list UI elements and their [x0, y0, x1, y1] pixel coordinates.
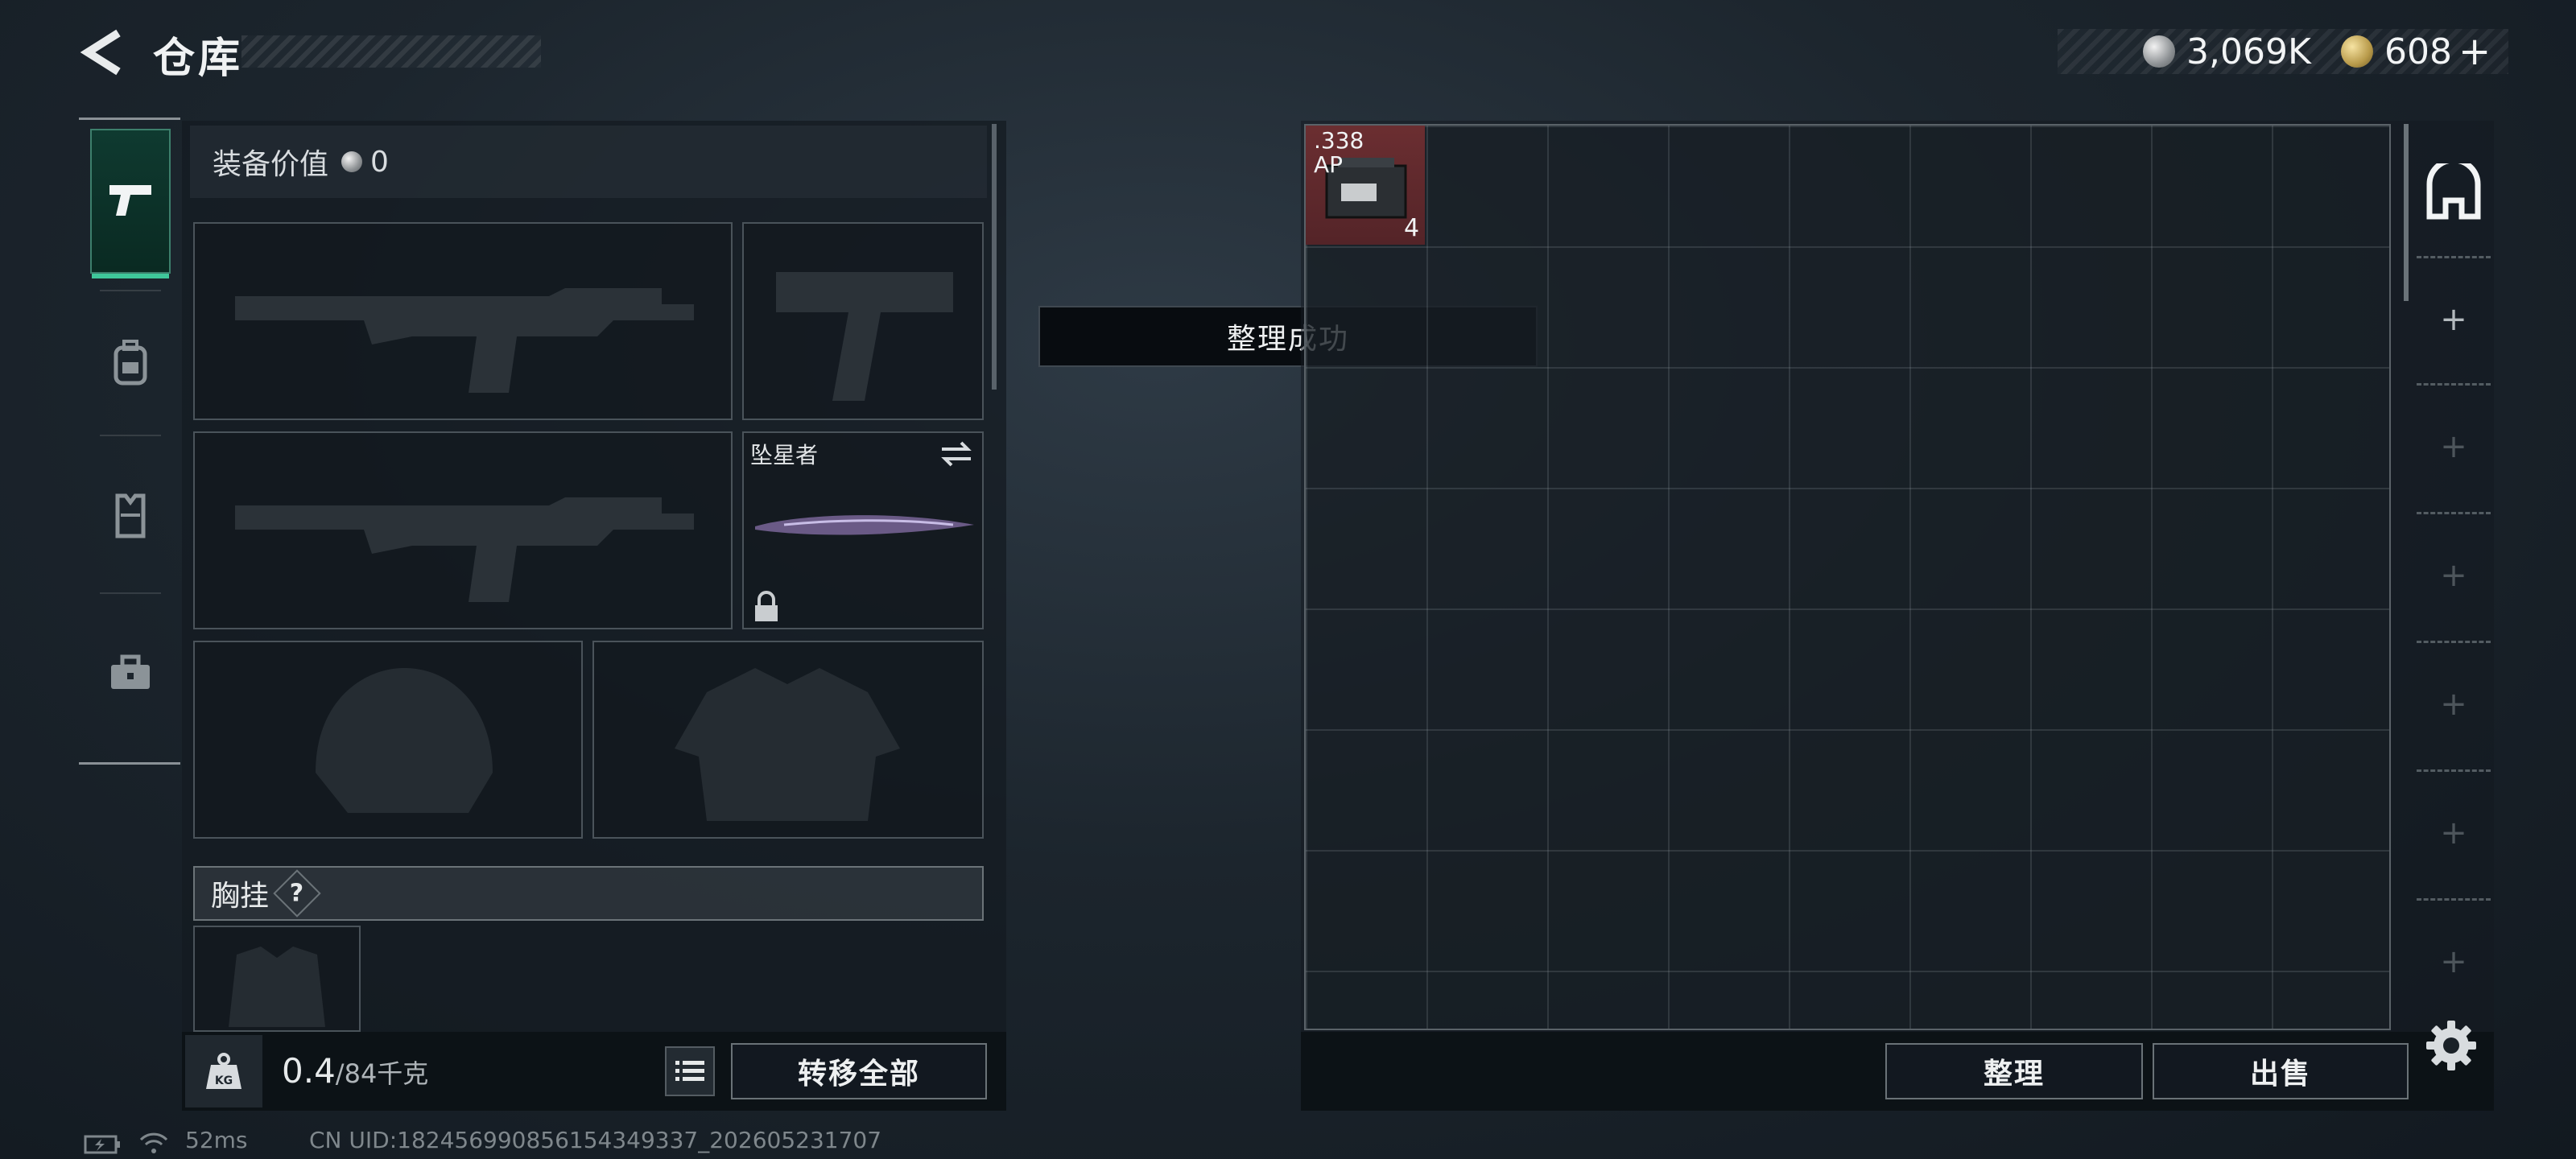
network-ping: 52ms — [185, 1127, 248, 1153]
ammo-type: AP — [1314, 151, 1344, 178]
pistol-silhouette-icon — [776, 272, 953, 401]
toolbox-icon — [111, 654, 150, 689]
storage-page-active[interactable] — [2417, 129, 2491, 256]
add-storage-page-button[interactable]: + — [2417, 898, 2491, 1025]
storage-grid[interactable] — [1304, 124, 2391, 1030]
gear-icon — [2426, 1021, 2476, 1070]
wifi-icon — [139, 1132, 168, 1153]
back-arrow-icon — [80, 29, 121, 76]
battery-icon — [84, 1135, 120, 1154]
add-storage-page-button[interactable]: + — [2417, 641, 2491, 768]
equipment-value: 0 — [370, 145, 389, 179]
gold-coin-icon — [2341, 35, 2373, 68]
helmet-silhouette-icon — [316, 668, 493, 813]
add-storage-page-button[interactable]: + — [2417, 512, 2491, 639]
weight-badge: KG — [185, 1035, 262, 1107]
silver-coin-icon — [2143, 35, 2175, 68]
add-storage-page-button[interactable]: + — [2417, 383, 2491, 510]
settings-button[interactable] — [2423, 1017, 2479, 1074]
weight-current: 0.4 — [282, 1051, 336, 1091]
help-symbol: ? — [290, 879, 304, 908]
melee-name: 坠星者 — [750, 442, 819, 468]
ammo-item-name: .338 AP — [1314, 129, 1364, 177]
melee-slot[interactable]: 坠星者 — [742, 431, 984, 629]
chest-rig-header: 胸挂 ? — [193, 866, 984, 921]
scrollbar[interactable] — [2404, 124, 2409, 301]
tab-weapons[interactable] — [90, 129, 171, 278]
rifle-silhouette-icon — [235, 288, 694, 393]
lock-icon — [755, 591, 778, 621]
tab-separator — [100, 592, 161, 594]
equipment-value-label: 装备价值 — [213, 148, 329, 181]
help-icon[interactable]: ? — [273, 869, 321, 918]
swap-icon[interactable] — [939, 439, 974, 468]
equipment-value-bar: 装备价值 0 — [190, 126, 987, 198]
ammo-caliber: .338 — [1314, 127, 1364, 154]
user-uid: CN UID:182456990856154349337_20260523170… — [309, 1127, 882, 1153]
armor-slot[interactable] — [592, 641, 984, 839]
primary-weapon-slot[interactable] — [193, 222, 733, 420]
carry-weight: 0.4/84千克 — [282, 1051, 428, 1091]
storage-home-icon — [2426, 163, 2481, 220]
secondary-weapon-slot[interactable] — [193, 431, 733, 629]
helmet-slot[interactable] — [193, 641, 583, 839]
list-icon — [675, 1061, 704, 1081]
tab-toolbox[interactable] — [90, 600, 171, 745]
ammo-item-count: 4 — [1404, 214, 1420, 242]
silver-amount: 3,069K — [2186, 31, 2311, 72]
backpack-icon — [114, 340, 147, 386]
back-button[interactable] — [74, 24, 130, 80]
add-currency-icon[interactable]: + — [2458, 29, 2491, 74]
vest-icon — [115, 493, 146, 538]
add-storage-page-button[interactable]: + — [2417, 256, 2491, 383]
sell-button[interactable]: 出售 — [2153, 1043, 2409, 1099]
knife-image — [755, 515, 974, 535]
add-storage-page-button[interactable]: + — [2417, 769, 2491, 897]
weight-icon: KG — [206, 1053, 242, 1089]
weight-max: /84千克 — [335, 1058, 429, 1089]
chest-rig-slot[interactable] — [193, 926, 361, 1032]
page-title: 仓库 — [153, 35, 244, 83]
tab-separator — [100, 435, 161, 436]
tab-vest[interactable] — [90, 443, 171, 588]
transfer-all-button[interactable]: 转移全部 — [731, 1043, 987, 1099]
pistol-icon — [109, 185, 151, 216]
gold-currency[interactable]: 608 + — [2341, 29, 2491, 74]
rifle-silhouette-icon — [235, 497, 694, 602]
silver-coin-icon — [341, 151, 363, 172]
list-view-button[interactable] — [665, 1046, 715, 1096]
chest-rig-label: 胸挂 — [211, 880, 270, 913]
pistol-slot[interactable] — [742, 222, 984, 420]
gold-amount: 608 — [2384, 31, 2452, 72]
title-decoration — [242, 35, 541, 68]
silver-currency: 3,069K — [2143, 29, 2311, 74]
armor-silhouette-icon — [675, 668, 900, 821]
kg-text: KG — [215, 1074, 233, 1087]
chest-rig-silhouette-icon — [229, 947, 325, 1027]
scrollbar[interactable] — [992, 124, 997, 390]
organize-button[interactable]: 整理 — [1885, 1043, 2143, 1099]
tab-backpack[interactable] — [90, 290, 171, 435]
